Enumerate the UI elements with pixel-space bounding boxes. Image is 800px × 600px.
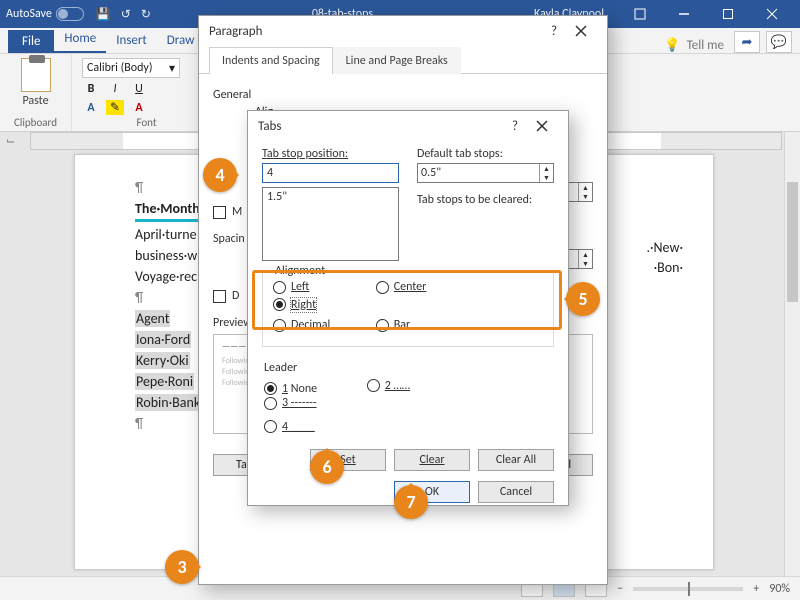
tab-home[interactable]: Home <box>54 27 106 53</box>
callout-6: 6 <box>310 450 344 484</box>
ribbon-options-icon[interactable] <box>618 0 662 28</box>
font-name-combo[interactable]: Calibri (Body) ▾ <box>82 58 180 78</box>
toggle-off-icon[interactable] <box>56 7 84 21</box>
bulb-icon: 💡 <box>664 38 680 53</box>
doc-selection: Kerry·Oki <box>135 352 190 369</box>
maximize-icon[interactable] <box>706 0 750 28</box>
doc-body-fragment: .·New· <box>646 239 683 256</box>
tab-indents-spacing[interactable]: Indents and Spacing <box>209 47 333 74</box>
help-icon[interactable]: ? <box>551 24 557 39</box>
callout-5: 5 <box>566 282 600 316</box>
default-tab-stops-value: 0.5" <box>418 164 539 182</box>
ruler-toggle-icon[interactable]: ⌙ <box>6 134 15 147</box>
redo-icon[interactable]: ↻ <box>141 7 151 22</box>
align-decimal-radio[interactable]: Decimal <box>273 318 373 332</box>
tab-file[interactable]: File <box>8 30 54 53</box>
tab-stop-position-label: Tab stop position: <box>262 147 399 161</box>
leader-none-radio[interactable]: 1 None <box>264 382 364 396</box>
dont-add-space-checkbox[interactable] <box>213 290 226 303</box>
tab-line-page-breaks[interactable]: Line and Page Breaks <box>333 47 461 74</box>
tabs-dialog-title-bar[interactable]: Tabs ? <box>248 111 568 141</box>
paste-label: Paste <box>22 94 48 108</box>
close-icon[interactable] <box>750 0 794 28</box>
mirror-checkbox[interactable] <box>213 206 226 219</box>
spin-up-icon[interactable]: ▲ <box>539 164 553 173</box>
tell-me-search[interactable]: 💡 Tell me <box>664 38 724 53</box>
quick-access-toolbar: 💾 ↺ ↻ <box>96 7 151 22</box>
underline-button[interactable]: U <box>130 82 148 96</box>
paragraph-dialog-tabs: Indents and Spacing Line and Page Breaks <box>199 46 607 74</box>
callout-7: 7 <box>394 485 428 519</box>
align-right-radio[interactable]: Right <box>273 298 373 312</box>
callout-3: 3 <box>165 550 199 584</box>
callout-4: 4 <box>203 158 237 192</box>
close-icon[interactable] <box>526 113 558 139</box>
tab-insert[interactable]: Insert <box>106 29 157 53</box>
to-be-cleared-label: Tab stops to be cleared: <box>417 193 554 207</box>
doc-selection: Pepe·Roni <box>135 373 194 390</box>
autosave-label: AutoSave <box>6 7 52 21</box>
default-tab-stops-spinner[interactable]: 0.5" ▲▼ <box>417 163 554 183</box>
tabs-dialog-title: Tabs <box>258 119 281 134</box>
align-bar-radio[interactable]: Bar <box>376 318 476 332</box>
mirror-label: M <box>232 205 242 219</box>
spin-down-icon[interactable]: ▼ <box>539 173 553 182</box>
close-icon[interactable] <box>565 18 597 44</box>
doc-body-fragment: ·Bon· <box>654 259 683 276</box>
leader-group: Leader 1 None 2 …… 3 ------- 4 ____ <box>262 357 554 440</box>
leader-dashes-radio[interactable]: 3 ------- <box>264 396 364 410</box>
tab-stop-position-value: 4 <box>267 166 273 180</box>
help-icon[interactable]: ? <box>512 119 518 134</box>
font-name-value: Calibri (Body) <box>87 61 152 75</box>
default-tab-stops-label: Default tab stops: <box>417 147 554 161</box>
font-group-label: Font <box>82 116 211 129</box>
vertical-scrollbar[interactable] <box>784 132 800 576</box>
doc-selection: Iona·Ford <box>135 331 191 348</box>
paste-button[interactable]: Paste <box>10 58 61 108</box>
zoom-slider[interactable] <box>633 587 743 591</box>
bold-button[interactable]: B <box>82 82 100 96</box>
dont-add-space-label: D <box>232 289 239 303</box>
undo-icon[interactable]: ↺ <box>121 7 131 22</box>
tell-me-label: Tell me <box>687 38 724 53</box>
leader-legend: Leader <box>264 361 297 375</box>
clear-button[interactable]: Clear <box>394 449 470 471</box>
share-button[interactable]: ➦ <box>734 31 760 53</box>
zoom-in-button[interactable]: + <box>753 582 759 596</box>
minimize-icon[interactable] <box>662 0 706 28</box>
doc-selection: Robin·Bank <box>135 394 201 411</box>
italic-button[interactable]: I <box>106 82 124 96</box>
save-icon[interactable]: 💾 <box>96 7 111 22</box>
align-center-radio[interactable]: Center <box>376 280 476 294</box>
tab-stop-position-input[interactable]: 4 <box>262 163 399 183</box>
leader-underline-radio[interactable]: 4 ____ <box>264 420 364 434</box>
zoom-out-button[interactable]: − <box>617 582 623 596</box>
alignment-group: Alignment Left Center Right Decimal Bar <box>262 271 554 347</box>
alignment-legend: Alignment <box>271 264 329 278</box>
cancel-button[interactable]: Cancel <box>478 481 554 503</box>
paragraph-dialog-title-bar[interactable]: Paragraph ? <box>199 16 607 46</box>
doc-selection: Agent <box>135 310 170 327</box>
clipboard-icon <box>21 58 51 92</box>
clear-all-button[interactable]: Clear All <box>478 449 554 471</box>
tab-stop-list[interactable]: 1.5" <box>262 187 399 261</box>
comments-button[interactable]: 💬 <box>766 31 792 53</box>
autosave-toggle[interactable]: AutoSave <box>6 7 84 21</box>
highlight-button[interactable]: ✎ <box>106 100 124 115</box>
leader-dots-radio[interactable]: 2 …… <box>367 379 467 393</box>
scroll-thumb[interactable] <box>787 182 798 302</box>
tabs-dialog: Tabs ? Tab stop position: 4 1.5" Default… <box>247 110 569 506</box>
clipboard-group-label: Clipboard <box>10 116 61 129</box>
text-effects-button[interactable]: A <box>82 101 100 115</box>
doc-heading: The·Month <box>135 200 200 222</box>
zoom-value[interactable]: 90% <box>769 582 790 596</box>
align-left-radio[interactable]: Left <box>273 280 373 294</box>
font-color-button[interactable]: A <box>130 101 148 115</box>
tab-stop-list-item[interactable]: 1.5" <box>267 190 394 204</box>
paragraph-dialog-title: Paragraph <box>209 24 262 39</box>
general-label: General <box>213 88 593 102</box>
chevron-down-icon: ▾ <box>169 61 175 76</box>
